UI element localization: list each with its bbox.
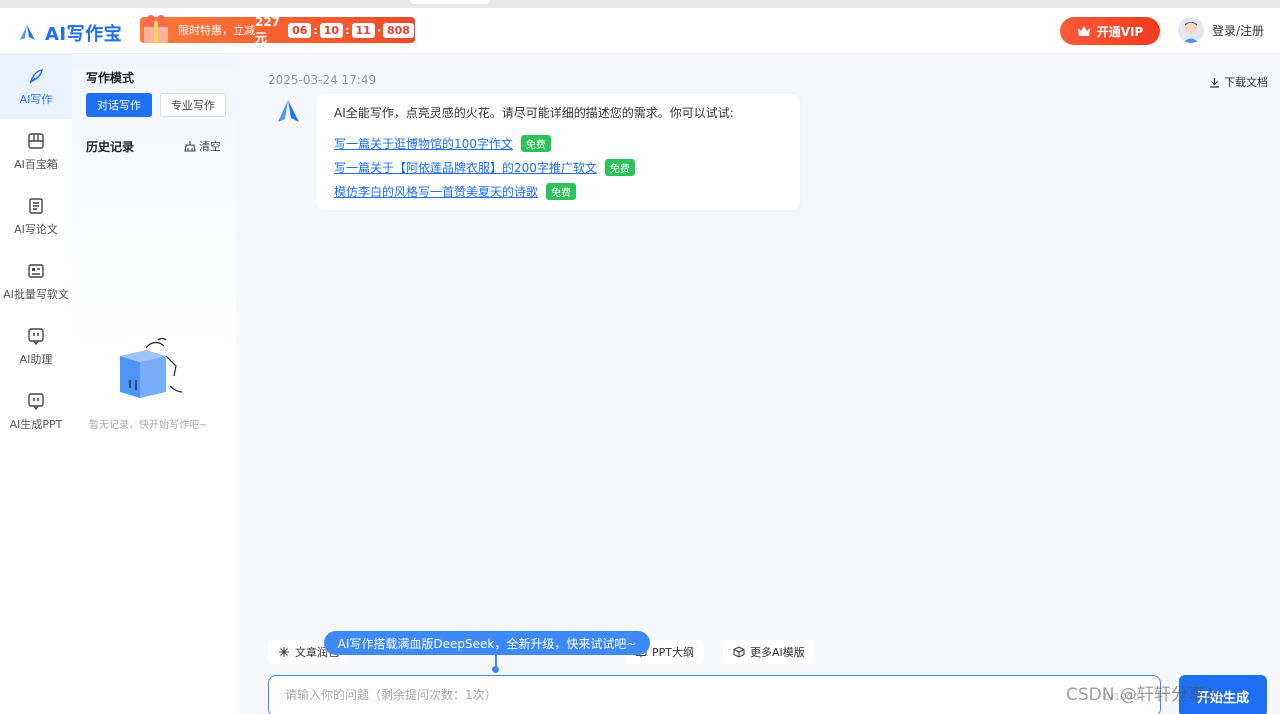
question-input[interactable] [285, 688, 1144, 702]
countdown-minutes: 10 [319, 22, 344, 38]
logo-text: AI写作宝 [45, 24, 123, 45]
app-logo[interactable]: AI写作宝 [17, 20, 122, 46]
pen-icon [29, 68, 43, 83]
promo-text: 限时特惠，立减 [178, 24, 255, 37]
empty-box-illustration-icon [120, 337, 182, 398]
promo-banner[interactable]: 限时特惠，立减 227元 06 : 10 : 11 · 808 [140, 14, 415, 45]
suggestion-link[interactable]: 写一篇关于逛博物馆的100字作文 [334, 135, 513, 152]
clear-history-button[interactable]: 清空 [184, 138, 221, 154]
assistant-message: AI全能写作，点亮灵感的火花。请尽可能详细的描述您的需求。你可以试试: 写一篇关… [316, 94, 800, 210]
download-icon [1210, 77, 1219, 88]
cube-icon [733, 646, 745, 658]
suggestion-link[interactable]: 写一篇关于【阿依莲品牌衣服】的200字推广软文 [334, 159, 597, 176]
vip-label: 开通VIP [1096, 24, 1144, 39]
deepseek-tooltip[interactable]: AI写作搭载满血版DeepSeek，全新升级，快来试试吧~ [324, 631, 650, 655]
browser-tab[interactable] [410, 0, 490, 4]
bot-avatar-icon [278, 100, 299, 122]
suggestion-item: 写一篇关于【阿依莲品牌衣服】的200字推广软文 免费 [334, 158, 782, 176]
login-register[interactable]: 登录/注册 [1178, 17, 1264, 43]
ppt-icon [28, 392, 44, 410]
tool-label: 更多AI模版 [750, 646, 805, 659]
crown-icon [1077, 26, 1090, 36]
document-icon [29, 197, 43, 214]
assistant-intro-text: AI全能写作，点亮灵感的火花。请尽可能详细的描述您的需求。你可以试试: [334, 106, 734, 120]
chat-main: 2025-03-24 17:49 下载文档 AI全能写作，点亮灵感的火花。请尽可… [236, 54, 1280, 714]
countdown-milliseconds: 808 [383, 22, 414, 38]
browser-tab-strip [0, 0, 1280, 8]
sparkle-icon [279, 647, 289, 657]
free-badge: 免费 [604, 158, 635, 176]
top-header: AI写作宝 限时特惠，立减 227元 06 : 10 : 11 · 808 开通… [0, 8, 1280, 54]
countdown-seconds: 11 [351, 22, 375, 38]
logo-icon [20, 25, 35, 40]
download-label: 下载文档 [1224, 76, 1268, 89]
toolbox-icon [28, 132, 44, 149]
promo-amount: 227元 [255, 14, 281, 45]
nav-label: AI助理 [19, 352, 53, 366]
user-avatar-icon [1178, 17, 1204, 43]
nav-item-ai-batch-articles[interactable]: AI批量写软文 [0, 249, 72, 314]
suggestion-item: 模仿李白的风格写一首赞美夏天的诗歌 免费 [334, 182, 782, 200]
history-title: 历史记录 [86, 140, 135, 154]
nav-label: AI写论文 [14, 222, 58, 236]
tool-more-templates[interactable]: 更多AI模版 [723, 640, 815, 664]
suggestion-link[interactable]: 模仿李白的风格写一首赞美夏天的诗歌 [334, 183, 538, 200]
nav-item-ai-assistant[interactable]: AI助理 [0, 314, 72, 379]
broom-icon [184, 141, 196, 152]
gift-icon [142, 15, 170, 43]
avatar[interactable] [1178, 17, 1204, 43]
clear-label: 清空 [199, 140, 221, 153]
assistant-icon [28, 327, 44, 345]
nav-item-ai-writing[interactable]: AI写作 [0, 54, 72, 119]
login-register-link[interactable]: 登录/注册 [1212, 22, 1264, 39]
nav-item-ai-paper[interactable]: AI写论文 [0, 184, 72, 249]
nav-item-ai-toolbox[interactable]: AI百宝箱 [0, 119, 72, 184]
nav-item-ai-ppt[interactable]: AI生成PPT [0, 379, 72, 444]
download-document-button[interactable]: 下载文档 [1209, 74, 1268, 90]
nav-label: AI写作 [19, 92, 53, 106]
left-nav: AI写作 AI百宝箱 AI写论文 AI批量写软文 AI助理 AI生成PPT [0, 54, 72, 714]
nav-label: AI百宝箱 [14, 157, 58, 171]
question-input-box[interactable] [268, 675, 1161, 714]
tab-dialog-writing[interactable]: 对话写作 [86, 93, 152, 117]
countdown-hours: 06 [288, 22, 312, 38]
nav-label: AI批量写软文 [3, 287, 69, 301]
nav-label: AI生成PPT [9, 417, 63, 431]
open-vip-button[interactable]: 开通VIP [1060, 17, 1160, 45]
id-card-icon [28, 263, 44, 278]
free-badge: 免费 [546, 182, 577, 200]
csdn-watermark: CSDN @轩轩分享AI [1066, 685, 1222, 705]
free-badge: 免费 [520, 134, 551, 152]
tool-label: PPT大纲 [652, 646, 694, 659]
history-panel: 写作模式 对话写作 专业写作 历史记录 清空 暂无记录，快开始写作吧~ [72, 54, 308, 714]
writing-mode-tabs: 对话写作 专业写作 [86, 93, 226, 117]
writing-mode-title: 写作模式 [86, 71, 135, 85]
tab-professional-writing[interactable]: 专业写作 [160, 93, 226, 117]
empty-history-text: 暂无记录，快开始写作吧~ [89, 420, 208, 431]
tooltip-dot [492, 666, 499, 673]
suggestion-item: 写一篇关于逛博物馆的100字作文 免费 [334, 134, 782, 152]
message-timestamp: 2025-03-24 17:49 [268, 73, 377, 87]
